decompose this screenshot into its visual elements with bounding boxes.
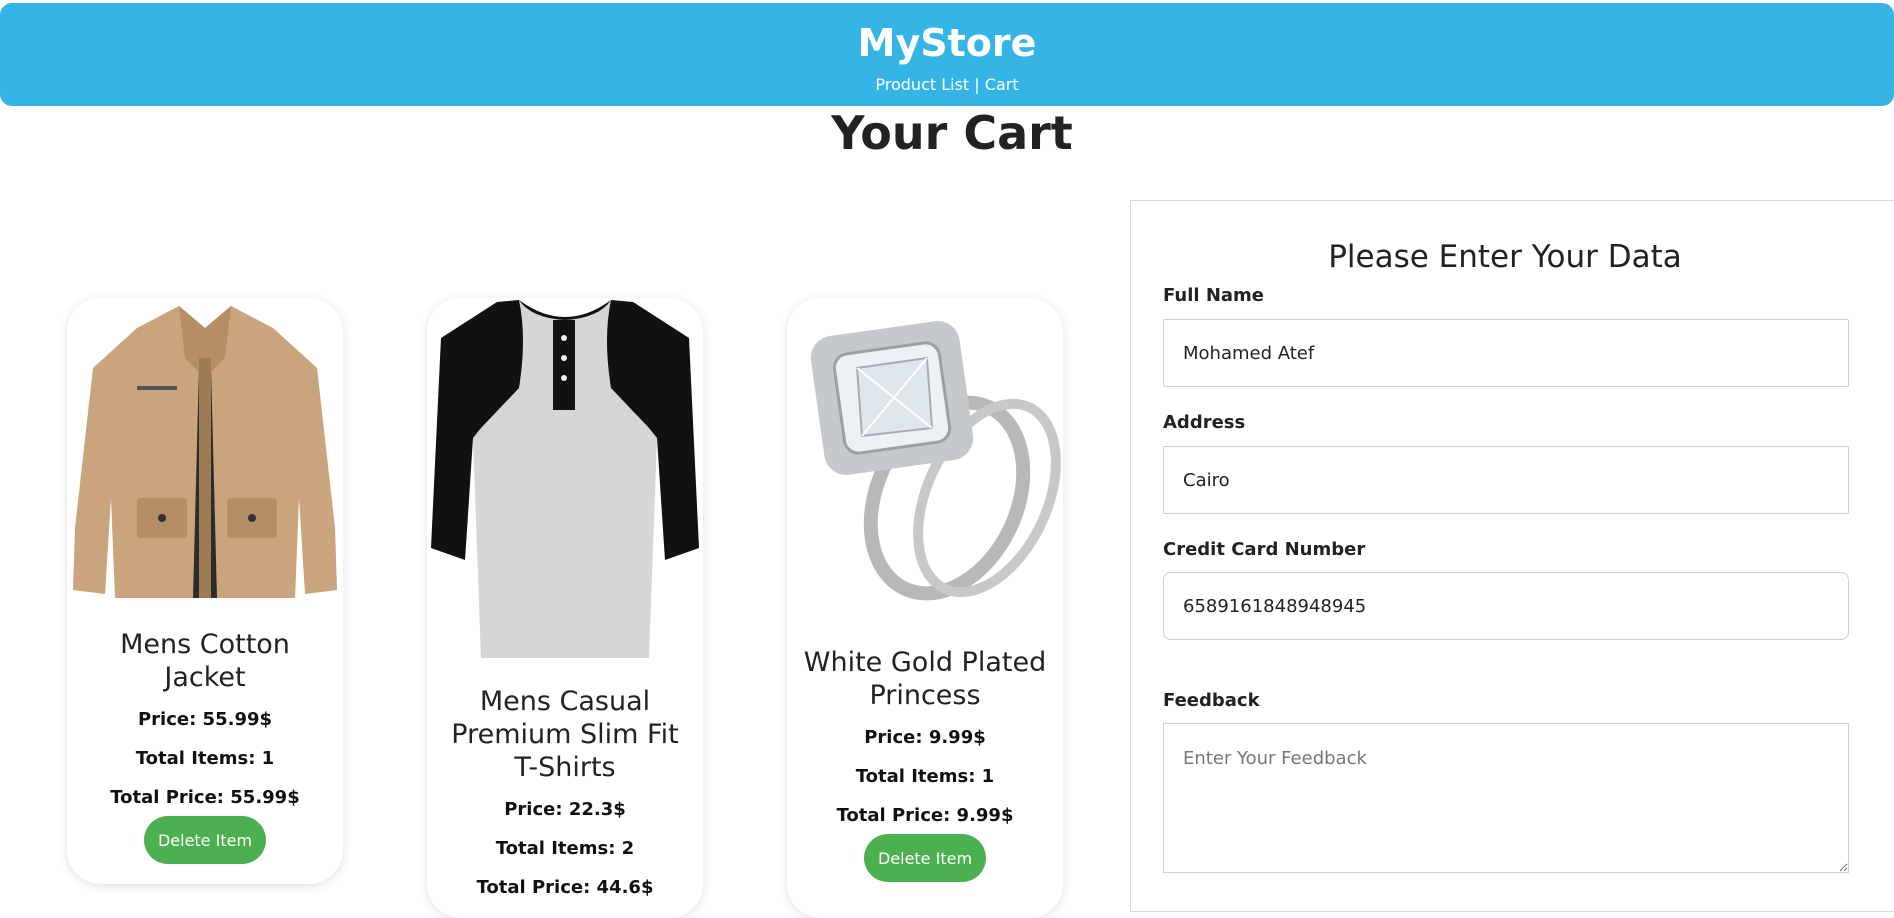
product-name: White Gold Plated Princess <box>803 647 1047 711</box>
form-title: Please Enter Your Data <box>1328 239 1682 275</box>
checkout-form: Please Enter Your Data Full Name Address… <box>1130 200 1894 912</box>
main-nav: Product List | Cart <box>0 74 1894 96</box>
cart-item-card: Mens Casual Premium Slim Fit T-Shirts Pr… <box>427 298 703 918</box>
credit-card-input[interactable] <box>1163 572 1849 640</box>
site-header: MyStore Product List | Cart <box>0 3 1894 106</box>
cart-item-card: White Gold Plated Princess Price: 9.99$ … <box>787 298 1063 918</box>
product-name: Mens Cotton Jacket <box>120 629 290 693</box>
product-price: Price: 22.3$ <box>504 799 626 820</box>
nav-separator: | <box>969 75 985 94</box>
feedback-textarea[interactable] <box>1163 723 1849 873</box>
full-name-input[interactable] <box>1163 319 1849 387</box>
cart-item-card: Mens Cotton Jacket Price: 55.99$ Total I… <box>67 298 343 884</box>
product-price: Price: 55.99$ <box>137 709 273 730</box>
nav-product-list-link[interactable]: Product List <box>875 75 969 94</box>
delete-item-button[interactable]: Delete Item <box>144 816 266 864</box>
brand-title: MyStore <box>857 21 1037 65</box>
tshirt-image <box>427 298 703 664</box>
nav-cart-link[interactable]: Cart <box>985 75 1019 94</box>
page-title: Your Cart <box>831 106 1073 160</box>
delete-item-button[interactable]: Delete Item <box>864 834 986 882</box>
jacket-image <box>67 298 343 604</box>
ring-image <box>787 298 1063 624</box>
full-name-label: Full Name <box>1163 285 1264 306</box>
product-total-items: Total Items: 2 <box>495 838 635 859</box>
product-total-price: Total Price: 44.6$ <box>476 877 654 898</box>
product-total-items: Total Items: 1 <box>135 748 275 769</box>
product-price: Price: 9.99$ <box>864 727 986 748</box>
product-total-price: Total Price: 55.99$ <box>110 787 300 808</box>
product-name: Mens Casual Premium Slim Fit T-Shirts <box>451 686 679 783</box>
product-total-price: Total Price: 9.99$ <box>836 805 1014 826</box>
address-label: Address <box>1163 412 1246 433</box>
address-input[interactable] <box>1163 446 1849 514</box>
credit-card-label: Credit Card Number <box>1163 539 1366 560</box>
product-total-items: Total Items: 1 <box>855 766 995 787</box>
feedback-label: Feedback <box>1163 690 1260 711</box>
